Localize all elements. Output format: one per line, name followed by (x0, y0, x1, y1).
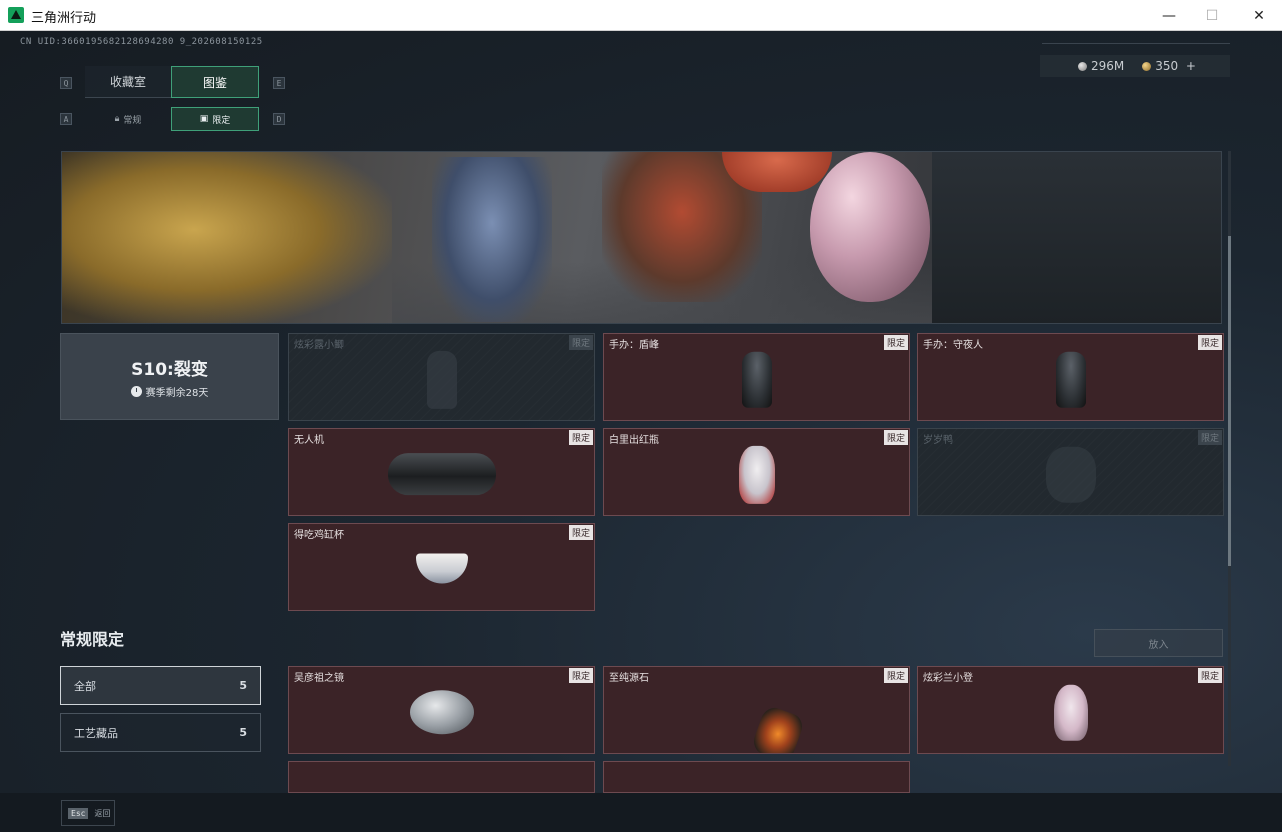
item-card[interactable]: 白里出红瓶 限定 (603, 428, 910, 516)
clock-icon (130, 385, 142, 397)
banner-golden-dragon (62, 152, 392, 323)
filter-all[interactable]: 全部 5 (60, 666, 261, 705)
item-tag: 限定 (568, 430, 593, 445)
item-card-partial[interactable] (603, 761, 910, 793)
figure-icon (1053, 684, 1088, 741)
banner-crate (932, 152, 1221, 323)
figure-icon (426, 350, 457, 409)
mirror-icon (409, 690, 474, 735)
item-name: 无人机 (294, 435, 324, 446)
tab-codex[interactable]: 图鉴 (171, 66, 259, 98)
item-card[interactable]: 岁岁鸭 限定 (917, 428, 1224, 516)
banner-egg (810, 152, 930, 302)
figure-icon (741, 351, 772, 408)
silver-coin-icon (1078, 62, 1087, 71)
add-currency-button[interactable]: + (1186, 59, 1196, 73)
season-card[interactable]: S10:裂变 赛季剩余28天 (60, 333, 279, 420)
card-icon: ▣ (199, 114, 209, 124)
back-label: 返回 (94, 808, 111, 818)
season-remaining-text: 赛季剩余28天 (145, 387, 209, 399)
maximize-button[interactable]: ☐ (1189, 0, 1235, 31)
item-card[interactable]: 无人机 限定 (288, 428, 595, 516)
silver-currency: 296M (1078, 59, 1124, 73)
sub-tabs: 🔒︎ 常规 ▣ 限定 (85, 107, 259, 131)
currency-bar: 296M 350 + (1040, 55, 1230, 77)
top-divider (1042, 43, 1230, 44)
item-card[interactable]: 手办：守夜人 限定 (917, 333, 1224, 421)
filter-label: 全部 (74, 679, 96, 693)
filter-count: 5 (239, 726, 247, 739)
minimize-button[interactable]: — (1146, 0, 1192, 31)
item-name: 炫彩兰小登 (923, 673, 973, 684)
back-button[interactable]: Esc 返回 (61, 800, 115, 826)
item-name: 手办：守夜人 (923, 340, 983, 351)
gold-amount: 350 (1155, 59, 1179, 73)
key-hint-e: E (273, 77, 285, 89)
gold-currency: 350 + (1142, 59, 1196, 73)
key-hint-q: Q (60, 77, 72, 89)
place-button[interactable]: 放入 (1094, 629, 1223, 657)
scrollbar-thumb[interactable] (1228, 236, 1231, 566)
key-hint-d: D (273, 113, 285, 125)
item-tag: 限定 (1197, 335, 1222, 350)
app-logo-icon (8, 7, 24, 23)
item-name: 至纯源石 (609, 673, 649, 684)
season-banner-image (61, 151, 1222, 324)
season-title: S10:裂变 (131, 359, 208, 380)
subtab-regular-label: 常规 (123, 115, 142, 126)
figure-icon (1055, 351, 1086, 408)
item-tag: 限定 (1197, 668, 1222, 683)
item-name: 手办：盾峰 (609, 340, 659, 351)
item-card[interactable]: 吴彦祖之镜 限定 (288, 666, 595, 754)
item-tag: 限定 (568, 668, 593, 683)
close-button[interactable]: ✕ (1236, 0, 1282, 31)
item-card[interactable]: 炫彩兰小登 限定 (917, 666, 1224, 754)
item-card[interactable]: 至纯源石 限定 (603, 666, 910, 754)
stone-icon (749, 704, 806, 753)
window-title: 三角洲行动 (31, 11, 97, 26)
item-tag: 限定 (1197, 430, 1222, 445)
banner-figure-blue (432, 157, 552, 322)
item-tag: 限定 (568, 335, 593, 350)
item-name: 得吃鸡缸杯 (294, 530, 344, 541)
duck-icon (1045, 446, 1096, 503)
item-tag: 限定 (883, 430, 908, 445)
item-tag: 限定 (568, 525, 593, 540)
filter-craft-collectibles[interactable]: 工艺藏品 5 (60, 713, 261, 752)
item-name: 白里出红瓶 (609, 435, 659, 446)
player-uid: CN UID:3660195682128694280 9_20260815012… (20, 37, 263, 47)
drone-icon (387, 453, 496, 496)
item-tag: 限定 (883, 668, 908, 683)
scrollbar[interactable] (1228, 151, 1231, 766)
subtab-regular[interactable]: 🔒︎ 常规 (85, 107, 171, 131)
item-name: 岁岁鸭 (923, 435, 953, 446)
subtab-limited-label: 限定 (212, 115, 231, 126)
item-card-partial[interactable] (288, 761, 595, 793)
item-name: 吴彦祖之镜 (294, 673, 344, 684)
filter-count: 5 (239, 679, 247, 692)
silver-amount: 296M (1091, 59, 1125, 73)
filter-label: 工艺藏品 (74, 726, 118, 740)
vase-icon (738, 445, 775, 504)
item-card[interactable]: 手办：盾峰 限定 (603, 333, 910, 421)
tab-collection-room[interactable]: 收藏室 (85, 66, 171, 98)
window-titlebar: 三角洲行动 — ☐ ✕ (0, 0, 1282, 31)
season-remaining: 赛季剩余28天 (130, 384, 209, 399)
bottom-bar (0, 793, 1282, 832)
item-tag: 限定 (883, 335, 908, 350)
item-card[interactable]: 炫彩露小鲫 限定 (288, 333, 595, 421)
section-title: 常规限定 (60, 630, 125, 649)
item-name: 炫彩露小鲫 (294, 340, 344, 351)
bowl-icon (415, 553, 468, 584)
esc-key-icon: Esc (68, 807, 89, 819)
item-card[interactable]: 得吃鸡缸杯 限定 (288, 523, 595, 611)
main-tabs: 收藏室 图鉴 (85, 66, 259, 98)
subtab-limited[interactable]: ▣ 限定 (171, 107, 259, 131)
lock-icon: 🔒︎ (114, 114, 120, 124)
gold-coin-icon (1142, 62, 1152, 71)
game-viewport: CN UID:3660195682128694280 9_20260815012… (0, 31, 1282, 832)
key-hint-a: A (60, 113, 72, 125)
